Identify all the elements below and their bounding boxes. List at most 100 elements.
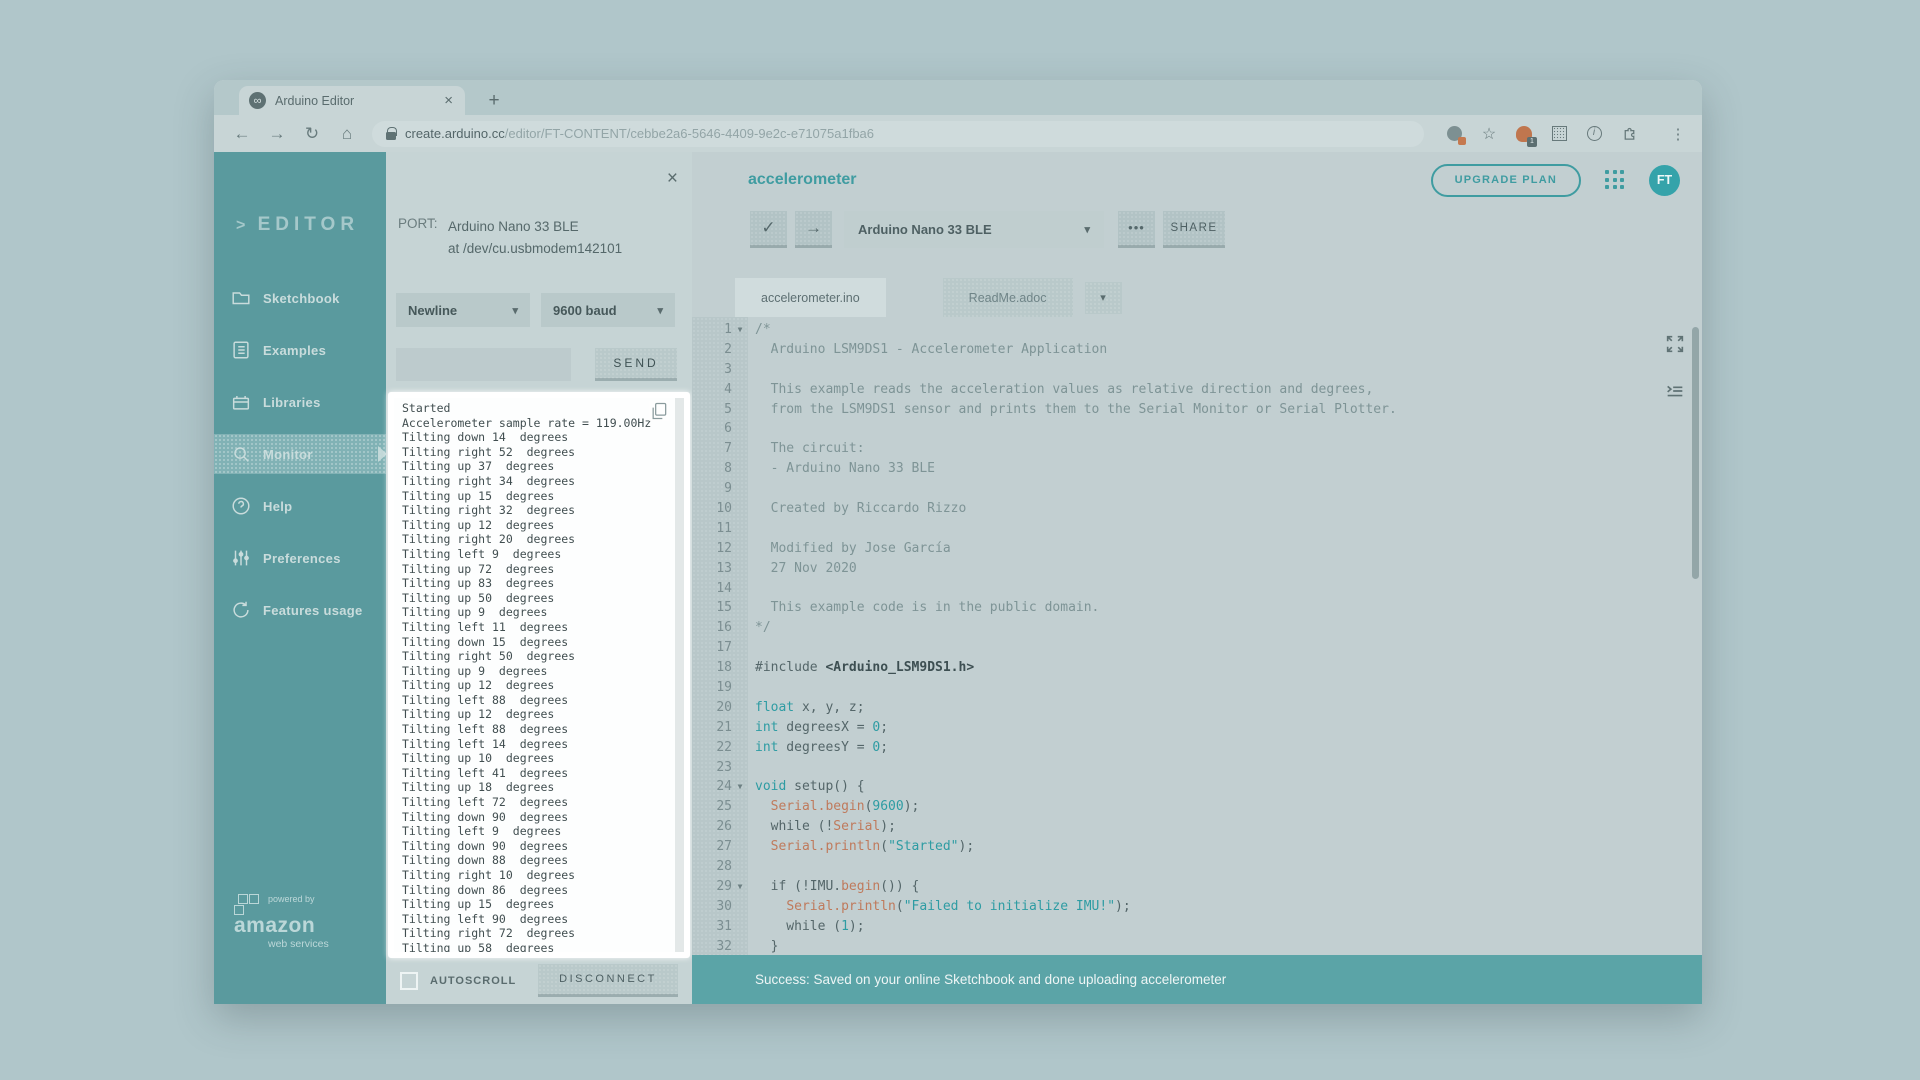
tab-readme-adoc[interactable]: ReadMe.adoc [943, 278, 1073, 317]
fold-arrow-icon [732, 598, 748, 618]
baud-rate-select[interactable]: 9600 baud ▾ [541, 293, 675, 327]
share-button[interactable]: SHARE [1163, 211, 1225, 248]
monitor-close-icon[interactable]: × [667, 168, 678, 190]
chevron-down-icon: ▾ [512, 304, 518, 317]
copy-icon[interactable] [649, 401, 669, 421]
tab-close-icon[interactable]: × [442, 92, 455, 109]
web-services-text: web services [268, 938, 329, 950]
home-icon[interactable]: ⌂ [333, 124, 361, 144]
fold-arrow-icon [732, 380, 748, 400]
code-line: 30 Serial.println("Failed to initialize … [692, 897, 1702, 917]
sidebar-item-sketchbook[interactable]: Sketchbook [214, 278, 386, 318]
line-number: 29 [692, 877, 732, 897]
sidebar-item-libraries[interactable]: Libraries [214, 382, 386, 422]
extension-box-icon[interactable] [1549, 124, 1569, 144]
fold-arrow-icon [732, 937, 748, 955]
serial-message-input[interactable] [396, 348, 571, 381]
code-editor[interactable]: 1▼/*2 Arduino LSM9DS1 - Accelerometer Ap… [692, 317, 1702, 955]
chevron-down-icon: ▾ [1100, 292, 1106, 304]
monitor-line: Tilting left 90 degrees [402, 912, 684, 927]
sidebar-nav: Sketchbook Examples Libraries Monitor Help Pr… [214, 278, 386, 630]
line-number: 11 [692, 519, 732, 539]
editor-scrollbar[interactable] [1692, 327, 1699, 579]
editor-header: accelerometer UPGRADE PLAN FT [692, 152, 1702, 208]
code-line: 13 27 Nov 2020 [692, 559, 1702, 579]
user-avatar[interactable]: FT [1649, 165, 1680, 196]
browser-tab[interactable]: ∞ Arduino Editor × [239, 86, 465, 115]
forward-icon[interactable]: → [263, 124, 291, 144]
code-text: while (1); [748, 917, 865, 937]
site-shortcut-icon[interactable] [1444, 124, 1464, 144]
tab-accelerometer-ino[interactable]: accelerometer.ino [735, 278, 886, 317]
monitor-line: Tilting up 9 degrees [402, 664, 684, 679]
fold-arrow-icon [732, 758, 748, 778]
sidebar-item-label: Sketchbook [263, 291, 340, 306]
fold-arrow-icon[interactable]: ▼ [732, 877, 748, 897]
sidebar-item-examples[interactable]: Examples [214, 330, 386, 370]
line-number: 16 [692, 618, 732, 638]
code-line: 28 [692, 857, 1702, 877]
code-text: The circuit: [748, 439, 865, 459]
puzzle-extension-icon[interactable] [1619, 124, 1639, 144]
monitor-scrollbar[interactable] [675, 398, 684, 952]
apps-grid-icon[interactable] [1605, 170, 1625, 190]
fullscreen-icon[interactable] [1664, 333, 1686, 360]
monitor-line: Tilting left 72 degrees [402, 795, 684, 810]
code-line: 11 [692, 519, 1702, 539]
line-number: 6 [692, 419, 732, 439]
code-text: Created by Riccardo Rizzo [748, 499, 966, 519]
sidebar-item-preferences[interactable]: Preferences [214, 538, 386, 578]
upgrade-plan-button[interactable]: UPGRADE PLAN [1431, 164, 1581, 197]
fold-arrow-icon [732, 857, 748, 877]
fold-arrow-icon[interactable]: ▼ [732, 320, 748, 340]
tab-dropdown-button[interactable]: ▾ [1085, 282, 1122, 314]
site-badge [1458, 137, 1466, 145]
code-line: 29▼ if (!IMU.begin()) { [692, 877, 1702, 897]
autoscroll-checkbox[interactable] [400, 972, 418, 990]
line-ending-select[interactable]: Newline ▾ [396, 293, 530, 327]
bookmark-star-icon[interactable]: ☆ [1479, 124, 1499, 144]
url-domain: create.arduino.cc [405, 126, 505, 141]
sidebar-item-monitor[interactable]: Monitor [214, 434, 386, 474]
url-path: /editor/FT-CONTENT/cebbe2a6-5646-4409-9e… [505, 126, 874, 141]
line-number: 8 [692, 459, 732, 479]
browser-menu-icon[interactable]: ⋮ [1668, 124, 1688, 144]
sidebar-item-features-usage[interactable]: Features usage [214, 590, 386, 630]
fold-arrow-icon [732, 917, 748, 937]
aws-logo: powered by amazon web services [234, 892, 329, 950]
monitor-line: Tilting left 88 degrees [402, 693, 684, 708]
code-line: 20float x, y, z; [692, 698, 1702, 718]
send-button[interactable]: SEND [595, 348, 677, 381]
new-tab-button[interactable]: + [482, 90, 506, 112]
reload-icon[interactable]: ↻ [298, 124, 326, 144]
preferences-icon [230, 547, 252, 569]
code-text [748, 360, 755, 380]
console-format-icon[interactable] [1664, 380, 1686, 407]
more-options-button[interactable]: ••• [1118, 211, 1155, 248]
code-line: 26 while (!Serial); [692, 817, 1702, 837]
fold-arrow-icon [732, 499, 748, 519]
code-text: This example code is in the public domai… [748, 598, 1099, 618]
upload-button[interactable]: → [795, 211, 832, 248]
code-text [748, 678, 755, 698]
fold-arrow-icon [732, 539, 748, 559]
serial-monitor-panel: × PORT: Arduino Nano 33 BLEat /dev/cu.us… [386, 152, 692, 1004]
monitor-output[interactable]: StartedAccelerometer sample rate = 119.0… [394, 398, 684, 952]
verify-button[interactable]: ✓ [750, 211, 787, 248]
line-number: 12 [692, 539, 732, 559]
code-text: 27 Nov 2020 [748, 559, 857, 579]
code-text [748, 638, 755, 658]
board-select[interactable]: Arduino Nano 33 BLE ▾ [844, 211, 1104, 248]
fold-arrow-icon [732, 658, 748, 678]
line-number: 21 [692, 718, 732, 738]
fold-arrow-icon[interactable]: ▼ [732, 777, 748, 797]
disconnect-button[interactable]: DISCONNECT [538, 964, 678, 997]
back-icon[interactable]: ← [228, 124, 256, 144]
adblock-hand-icon[interactable]: 1 [1514, 124, 1534, 144]
url-bar[interactable]: create.arduino.cc/editor/FT-CONTENT/cebb… [372, 121, 1424, 147]
code-line: 2 Arduino LSM9DS1 - Accelerometer Applic… [692, 340, 1702, 360]
line-number: 32 [692, 937, 732, 955]
info-icon[interactable]: i [1584, 124, 1604, 144]
sidebar-item-help[interactable]: Help [214, 486, 386, 526]
monitor-line: Tilting left 9 degrees [402, 547, 684, 562]
